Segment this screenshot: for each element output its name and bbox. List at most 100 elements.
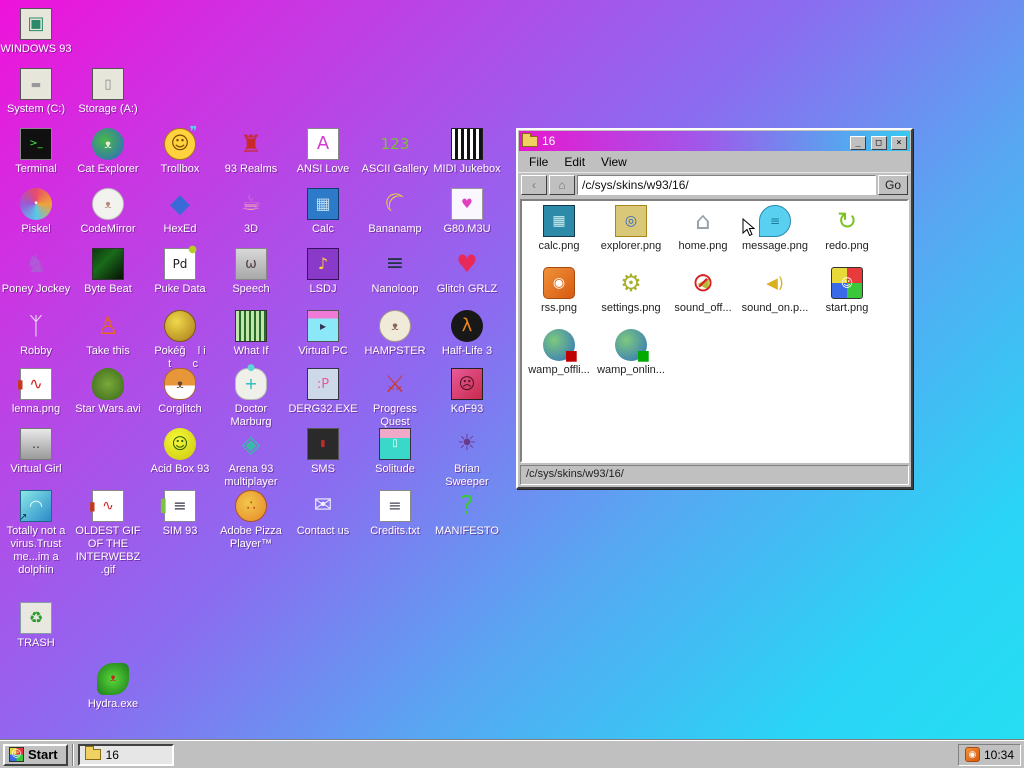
menu-file[interactable]: File [522, 154, 555, 170]
back-button[interactable]: ‹ [521, 175, 547, 195]
maximize-button[interactable]: □ [870, 136, 887, 151]
home-button[interactable]: ⌂ [549, 175, 575, 195]
desktop-icon-sim-93[interactable]: ≡ ▌ SIM 93 [144, 490, 216, 538]
home-png-label: home.png [678, 240, 728, 252]
desktop-icon-g80-m3u[interactable]: ♥ G80.M3U [431, 188, 503, 236]
desktop-icon-robby[interactable]: ᛉ Robby [0, 310, 72, 358]
progress-quest-label: Progress Quest [372, 403, 418, 428]
file-icon-redo-png[interactable]: ↻ redo.png [811, 205, 883, 267]
desktop-icon-trollbox[interactable]: ☺ ❞ Trollbox [144, 125, 216, 176]
file-icon-settings-png[interactable]: ⚙ settings.png [595, 267, 667, 329]
desktop-icon-piskel[interactable]: • Piskel [0, 188, 72, 236]
desktop-icon-corglitch[interactable]: ᴥ Corglitch [144, 368, 216, 416]
desktop-icon-adobe-pizza[interactable]: ∴ Adobe Pizza Player™ [215, 490, 287, 551]
desktop-icon-lsdj[interactable]: ♪ LSDJ [287, 248, 359, 296]
desktop-icon-puke-data[interactable]: Pd ● Puke Data [144, 245, 216, 296]
desktop: ▣ WINDOWS 93 ▬ System (C:) ▯ Storage (A:) >_ Te… [0, 0, 1024, 768]
desktop-icon-oldest-gif[interactable]: ∿ ▮ OLDEST GIF OF THE INTERWEBZ .gif [72, 490, 144, 577]
desktop-icon-doctor-marburg[interactable]: + ● Doctor Marburg [215, 364, 287, 429]
desktop-icon-virtual-pc[interactable]: ▸ Virtual PC [287, 310, 359, 358]
start-button[interactable]: ☺ Start [3, 743, 68, 766]
sound-off-png-icon: ◀ ⊘ [692, 268, 714, 298]
desktop-icon-credits-txt[interactable]: ≡ Credits.txt [359, 490, 431, 538]
address-input[interactable] [577, 175, 876, 195]
minimize-button[interactable]: _ [850, 136, 867, 151]
desktop-icon-what-if[interactable]: What If [215, 310, 287, 358]
desktop-icon-arena-93[interactable]: ◈ Arena 93 multiplayer [215, 428, 287, 489]
desktop-icon-windows93[interactable]: ▣ WINDOWS 93 [0, 8, 72, 56]
desktop-icon-speech[interactable]: ω Speech [215, 248, 287, 296]
desktop-icon-byte-beat[interactable]: Byte Beat [72, 248, 144, 296]
desktop-icon-sms[interactable]: ▮ SMS [287, 428, 359, 476]
file-icon-start-png[interactable]: ☺ start.png [811, 267, 883, 329]
desktop-icon-ansi-love[interactable]: A ANSI Love [287, 128, 359, 176]
message-png-icon: ≡ [759, 205, 791, 237]
file-icon-wamp-online-png[interactable]: ■ wamp_onlin... [595, 329, 667, 391]
desktop-icon-hexed[interactable]: ◆ HexEd [144, 188, 216, 236]
desktop-icon-3d[interactable]: ☕ 3D [215, 188, 287, 236]
file-icon-explorer-png[interactable]: ◎ explorer.png [595, 205, 667, 267]
take-this-icon: ♙ [97, 312, 119, 340]
file-icon-rss-png[interactable]: ◉ rss.png [523, 267, 595, 329]
desktop-icon-poney-jockey[interactable]: ♞ Poney Jockey [0, 248, 72, 296]
file-icon-wamp-offline-png[interactable]: ■ wamp_offli... [523, 329, 595, 391]
desktop-icon-trash[interactable]: ♻ TRASH [0, 602, 72, 650]
desktop-icon-brian-sweeper[interactable]: ☀ Brian Sweeper [431, 428, 503, 489]
desktop-icon-acid-box-93[interactable]: ☺ Acid Box 93 [144, 428, 216, 476]
hexed-label: HexEd [163, 223, 197, 235]
file-icon-sound-off-png[interactable]: ◀ ⊘ sound_off... [667, 267, 739, 329]
desktop-icon-virtual-girl[interactable]: ‥ Virtual Girl [0, 428, 72, 476]
desktop-icon-take-this[interactable]: ♙ Take this [72, 310, 144, 358]
desktop-icon-lenna-png[interactable]: ∿ ▮ lenna.png [0, 368, 72, 416]
window-titlebar[interactable]: 16 _ □ × [519, 131, 910, 151]
glitch-grlz-label: Glitch GRLZ [436, 283, 498, 295]
rss-tray-icon[interactable]: ◉ [964, 747, 980, 762]
hampster-label: HAMPSTER [364, 345, 426, 357]
desktop-icon-codemirror[interactable]: ᴥ CodeMirror [72, 188, 144, 236]
close-button[interactable]: × [891, 136, 907, 151]
desktop-icon-hydra-exe[interactable]: ᴥ Hydra.exe [77, 663, 149, 711]
desktop-icon-solitude[interactable]: ▯ Solitude [359, 428, 431, 476]
contact-us-label: Contact us [296, 525, 350, 537]
ascii-gallery-label: ASCII Gallery [361, 163, 429, 175]
desktop-icon-storage-a[interactable]: ▯ Storage (A:) [72, 68, 144, 116]
desktop-icon-terminal[interactable]: >_ Terminal [0, 128, 72, 176]
desktop-icon-bananamp[interactable]: ☾ Bananamp [359, 185, 431, 236]
desktop-icon-kof93[interactable]: ☹ KoF93 [431, 368, 503, 416]
lsdj-label: LSDJ [309, 283, 337, 295]
piskel-label: Piskel [21, 223, 51, 235]
file-grid: ▦ calc.png ◎ explorer.png ⌂ home.png ≡ message.… [522, 201, 907, 391]
desktop-icon-calc[interactable]: ▦ Calc [287, 188, 359, 236]
byte-beat-icon [92, 248, 124, 280]
menu-edit[interactable]: Edit [557, 154, 592, 170]
lsdj-icon: ♪ [307, 248, 339, 280]
desktop-icon-progress-quest[interactable]: ⚔ Progress Quest [359, 368, 431, 429]
desktop-icon-half-life-3[interactable]: λ Half-Life 3 [431, 310, 503, 358]
desktop-icon-ascii-gallery[interactable]: 123 ASCII Gallery [359, 128, 431, 176]
desktop-icon-nanoloop[interactable]: ≡ Nanoloop [359, 248, 431, 296]
desktop-icon-cat-explorer[interactable]: ᴥ Cat Explorer [72, 128, 144, 176]
desktop-icon-93-realms[interactable]: ♜ 93 Realms [215, 128, 287, 176]
desktop-icon-star-wars-avi[interactable]: Star Wars.avi [72, 368, 144, 416]
file-icon-home-png[interactable]: ⌂ home.png [667, 205, 739, 267]
desktop-icon-glitch-grlz[interactable]: ♥ Glitch GRLZ [431, 248, 503, 296]
system-c-icon: ▬ [20, 68, 52, 100]
wamp-online-png-icon: ■ [615, 329, 650, 363]
desktop-icon-midi-jukebox[interactable]: MIDI Jukebox [431, 128, 503, 176]
desktop-icon-contact-us[interactable]: ✉ Contact us [287, 490, 359, 538]
taskbar-task-16[interactable]: 16 [77, 743, 174, 766]
system-tray: ◉ 10:34 [957, 743, 1021, 766]
go-button[interactable]: Go [878, 175, 908, 195]
desktop-icon-system-c[interactable]: ▬ System (C:) [0, 68, 72, 116]
menu-view[interactable]: View [594, 154, 634, 170]
desktop-icon-hampster[interactable]: ᴥ HAMPSTER [359, 310, 431, 358]
file-icon-calc-png[interactable]: ▦ calc.png [523, 205, 595, 267]
rss-png-label: rss.png [540, 302, 578, 314]
desktop-icon-not-a-virus[interactable]: ◠ ↗ Totally not a virus.Trust me...im a do… [0, 490, 72, 577]
file-icon-sound-on-png[interactable]: ◀) sound_on.p... [739, 267, 811, 329]
desktop-icon-manifesto[interactable]: ? MANIFESTO [431, 490, 503, 538]
piskel-icon: • [20, 188, 52, 220]
redo-png-label: redo.png [825, 240, 869, 252]
desktop-icon-derg32[interactable]: :P DERG32.EXE [287, 368, 359, 416]
credits-txt-icon: ≡ [379, 490, 411, 522]
